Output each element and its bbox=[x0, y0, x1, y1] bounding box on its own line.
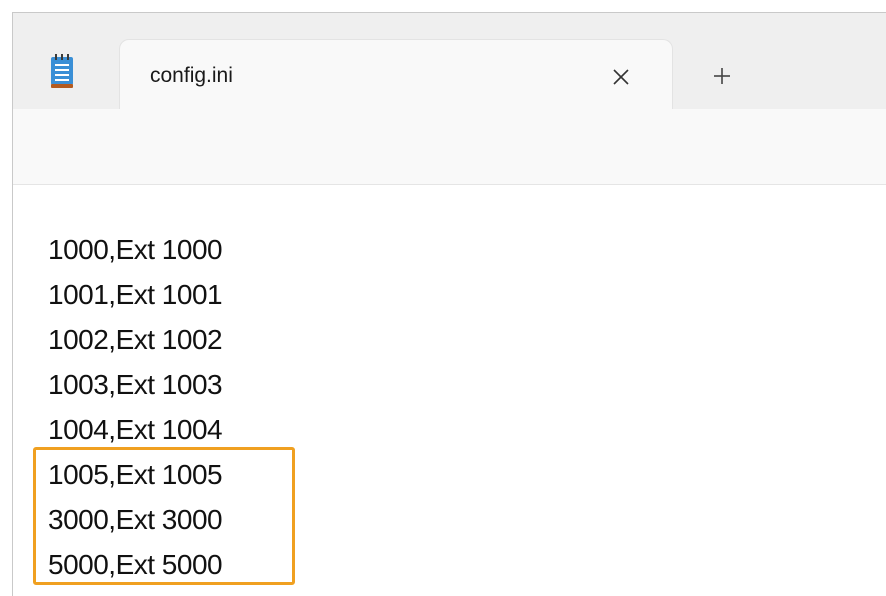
editor-line: 1000,Ext 1000 bbox=[48, 234, 223, 265]
close-icon[interactable] bbox=[606, 62, 636, 92]
tab-title: config.ini bbox=[150, 64, 233, 87]
notepad-icon bbox=[49, 53, 75, 91]
plus-icon[interactable] bbox=[709, 63, 735, 89]
notepad-window: config.ini 1000,Ext 1000 1001,Ext 1001 1… bbox=[12, 12, 886, 596]
text-editor[interactable]: 1000,Ext 1000 1001,Ext 1001 1002,Ext 100… bbox=[13, 185, 886, 596]
editor-line: 1002,Ext 1002 bbox=[48, 324, 223, 355]
editor-line: 1004,Ext 1004 bbox=[48, 414, 223, 445]
title-bar: config.ini bbox=[13, 13, 886, 111]
editor-line: 1003,Ext 1003 bbox=[48, 369, 223, 400]
highlight-box bbox=[33, 447, 295, 585]
menu-bar bbox=[13, 109, 886, 185]
editor-line: 1001,Ext 1001 bbox=[48, 279, 223, 310]
tab-config-ini[interactable]: config.ini bbox=[119, 39, 673, 111]
